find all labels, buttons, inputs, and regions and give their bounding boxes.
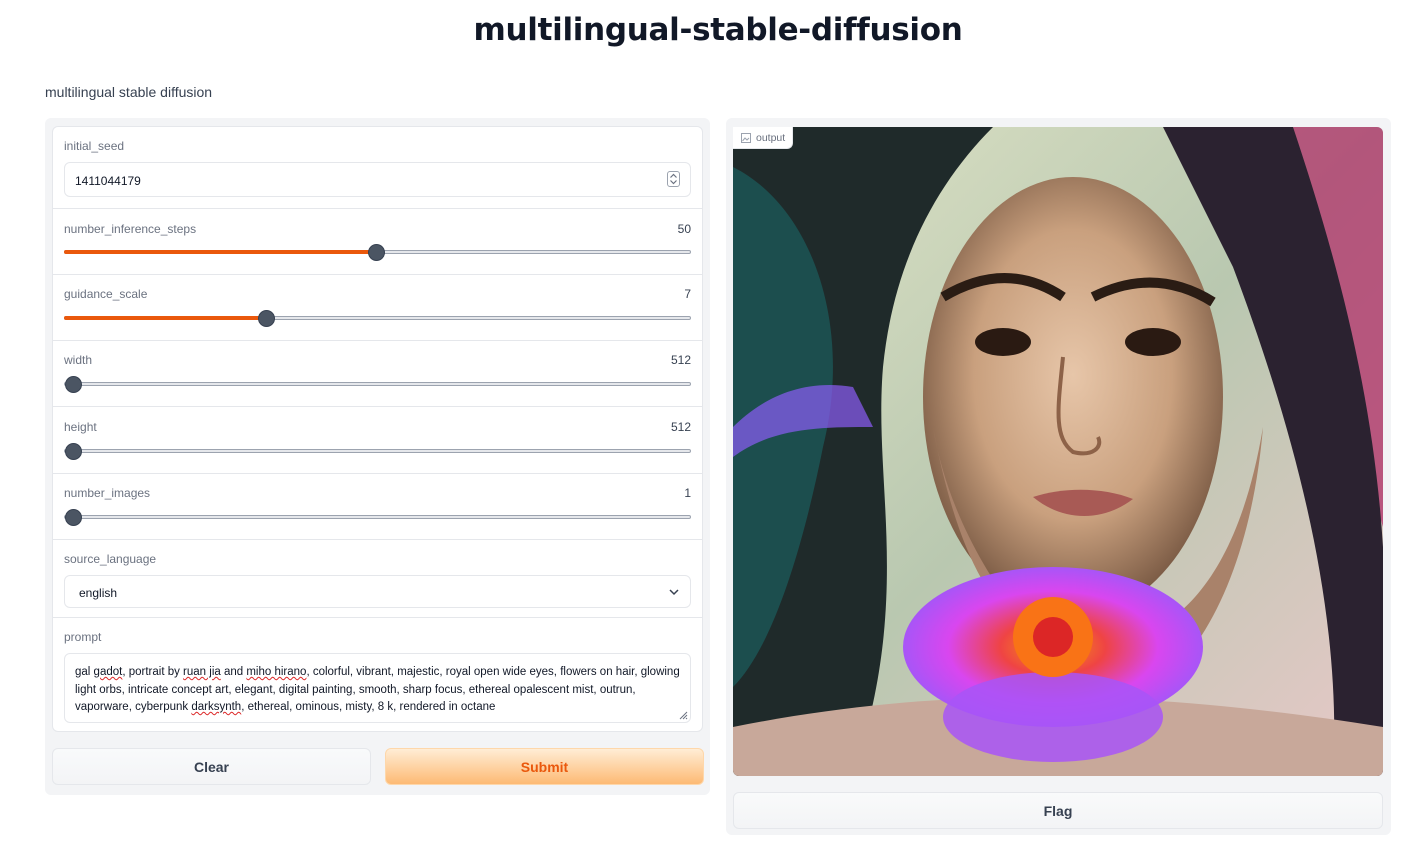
initial-seed-value: 1411044179 [75, 174, 141, 188]
slider-track[interactable] [64, 244, 691, 261]
source-language-block: source_language english [53, 540, 702, 618]
slider-label: guidance_scale [64, 287, 148, 301]
resize-grip-icon[interactable] [679, 711, 688, 720]
page-description: multilingual stable diffusion [45, 84, 213, 100]
source-language-label: source_language [64, 552, 157, 566]
slider-fill [64, 250, 375, 254]
initial-seed-block: initial_seed 1411044179 [53, 127, 702, 209]
slider-thumb[interactable] [368, 244, 385, 261]
submit-button[interactable]: Submit [385, 748, 704, 785]
spellcheck-word: darksynth [191, 701, 242, 713]
slider-track[interactable] [64, 376, 691, 393]
slider-label: width [64, 353, 93, 367]
slider-thumb[interactable] [65, 443, 82, 460]
prompt-label: prompt [64, 630, 102, 644]
prompt-textarea[interactable]: gal gadot, portrait by ruan jia and miho… [64, 653, 691, 723]
slider-fill [64, 316, 265, 320]
slider-label: number_inference_steps [64, 222, 197, 236]
source-language-select[interactable]: english [64, 575, 691, 608]
initial-seed-label: initial_seed [64, 139, 125, 153]
number-spinner-icon[interactable] [667, 171, 680, 187]
output-label-text: output [756, 131, 786, 144]
output-image[interactable] [733, 127, 1383, 776]
slider-number-inference-steps: number_inference_steps 50 [53, 209, 702, 275]
source-language-value: english [79, 586, 118, 600]
initial-seed-input[interactable]: 1411044179 [64, 162, 691, 197]
slider-value[interactable]: 7 [684, 287, 691, 301]
input-form: initial_seed 1411044179 number_inference… [52, 126, 703, 732]
slider-value[interactable]: 512 [671, 420, 691, 434]
slider-label: number_images [64, 486, 151, 500]
slider-value[interactable]: 50 [678, 222, 691, 236]
slider-thumb[interactable] [65, 376, 82, 393]
prompt-block: prompt gal gadot, portrait by ruan jia a… [53, 618, 702, 733]
slider-width: width 512 [53, 341, 702, 407]
flag-button[interactable]: Flag [733, 792, 1383, 829]
output-label: output [733, 127, 794, 149]
slider-thumb[interactable] [65, 509, 82, 526]
chevron-down-icon [669, 589, 679, 596]
slider-value[interactable]: 512 [671, 353, 691, 367]
slider-value[interactable]: 1 [684, 486, 691, 500]
slider-thumb[interactable] [258, 310, 275, 327]
image-icon [741, 132, 751, 143]
spellcheck-word: gadot [93, 666, 123, 678]
slider-track[interactable] [64, 443, 691, 460]
slider-guidance-scale: guidance_scale 7 [53, 275, 702, 341]
spellcheck-word: ruan jia [183, 666, 221, 678]
page-title: multilingual-stable-diffusion [473, 12, 963, 48]
slider-label: height [64, 420, 97, 434]
slider-track[interactable] [64, 310, 691, 327]
spellcheck-word: miho hirano [246, 666, 307, 678]
slider-number-images: number_images 1 [53, 474, 702, 540]
slider-track[interactable] [64, 509, 691, 526]
slider-height: height 512 [53, 407, 702, 474]
prompt-text: gal gadot, portrait by ruan jia and miho… [75, 666, 680, 713]
clear-button[interactable]: Clear [52, 748, 371, 785]
